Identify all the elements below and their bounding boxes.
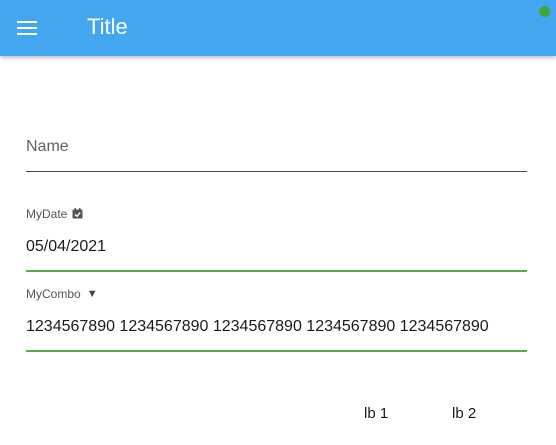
dropdown-caret-icon[interactable]: ▼ (87, 288, 98, 300)
name-underline (26, 171, 527, 172)
combo-label-text: MyCombo (26, 287, 81, 301)
app-window: Title Name MyDate 05/04/2021 MyCombo ▼ 12… (0, 0, 556, 445)
app-bar: Title (0, 0, 556, 56)
date-label-text: MyDate (26, 207, 68, 221)
menu-button[interactable] (12, 12, 44, 44)
date-value[interactable]: 05/04/2021 (26, 238, 106, 256)
combo-label: MyCombo ▼ (26, 287, 98, 301)
calendar-check-icon[interactable] (72, 208, 83, 222)
date-field[interactable]: MyDate 05/04/2021 (26, 207, 527, 272)
name-field[interactable]: Name (26, 130, 527, 172)
combo-value[interactable]: 1234567890 1234567890 1234567890 1234567… (26, 318, 489, 336)
combo-field[interactable]: MyCombo ▼ 1234567890 1234567890 123456789… (26, 287, 527, 352)
combo-underline (26, 350, 527, 352)
date-label: MyDate (26, 207, 83, 222)
date-underline (26, 270, 527, 272)
menu-icon (17, 21, 37, 35)
name-placeholder: Name (26, 138, 69, 155)
page-title: Title (87, 14, 128, 39)
status-indicator (539, 6, 550, 17)
footer-label-2: lb 2 (452, 405, 477, 422)
footer-label-1: lb 1 (364, 405, 389, 422)
